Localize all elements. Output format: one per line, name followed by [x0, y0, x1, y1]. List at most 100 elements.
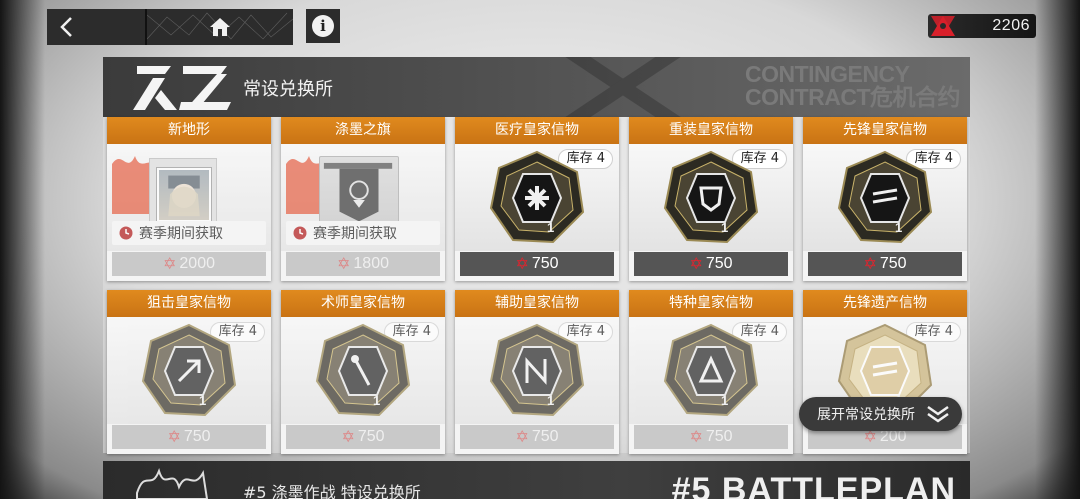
- season-availability: 赛季期间获取: [286, 221, 440, 245]
- item-title: 特种皇家信物: [629, 290, 793, 317]
- brand-line-2: CONTRACT危机合约: [744, 84, 961, 110]
- shop-item-banner[interactable]: 涤墨之旗 #5 赛季期间获取 ✡ 1800: [281, 117, 445, 281]
- shop-item-specialist-token[interactable]: 特种皇家信物 库存 4 1 ✡ 750: [629, 290, 793, 454]
- item-price: ✡ 750: [808, 252, 962, 276]
- item-title: 医疗皇家信物: [455, 117, 619, 144]
- price-value: 750: [531, 255, 559, 272]
- item-title: 先锋皇家信物: [803, 117, 967, 144]
- special-exchange-title: #5 涤墨作战 特设兑换所: [243, 483, 421, 499]
- contract-token-icon: ✡: [689, 256, 703, 273]
- shop-item-supporter-token[interactable]: 辅助皇家信物 库存 4 1 ✡ 750: [455, 290, 619, 454]
- shop-item-medic-token[interactable]: 医疗皇家信物 库存 4 1 ✡ 750: [455, 117, 619, 281]
- token-count: 1: [721, 220, 729, 235]
- item-price: ✡ 750: [460, 252, 614, 276]
- contract-token-icon: ✡: [689, 429, 703, 446]
- price-value: 1800: [353, 255, 389, 272]
- token-count: 1: [721, 393, 729, 408]
- item-body: 库存 4 1: [629, 317, 793, 424]
- price-value: 750: [183, 428, 211, 445]
- item-body: 库存 4 1: [107, 317, 271, 424]
- season-label: 赛季期间获取: [313, 226, 397, 242]
- token-count: 1: [547, 220, 555, 235]
- shop-item-caster-token[interactable]: 术师皇家信物 库存 4 1 ✡ 750: [281, 290, 445, 454]
- price-value: 750: [705, 428, 733, 445]
- panel-title: 常设兑换所: [243, 79, 333, 100]
- item-price: ✡ 750: [286, 425, 440, 449]
- item-price: ✡ 1800: [286, 252, 440, 276]
- battleplan-wordmark: #5 BATTLEPLAN: [671, 471, 956, 499]
- currency-amount: 2206: [992, 17, 1030, 34]
- special-exchange-banner[interactable]: #5 涤墨作战 特设兑换所 #5 BATTLEPLAN: [103, 461, 970, 499]
- contract-token-icon: ✡: [515, 429, 529, 446]
- home-icon: [210, 18, 230, 36]
- shop-item-terrain[interactable]: 新地形 #5 赛季期间获取 ✡ 2000: [107, 117, 271, 281]
- item-body: 库存 4 1: [629, 144, 793, 251]
- supporter-token-icon: [489, 323, 585, 417]
- contract-token-icon: ✡: [337, 256, 351, 273]
- top-nav: [47, 9, 293, 45]
- item-title: 狙击皇家信物: [107, 290, 271, 317]
- item-title: 先锋遗产信物: [803, 290, 967, 317]
- price-value: 2000: [179, 255, 215, 272]
- medic-token-icon: [489, 150, 585, 244]
- item-price: ✡ 750: [460, 425, 614, 449]
- item-price: ✡ 750: [112, 425, 266, 449]
- item-title: 涤墨之旗: [281, 117, 445, 144]
- price-value: 750: [879, 255, 907, 272]
- contract-token-icon: ✡: [167, 429, 181, 446]
- contingency-contract-logo: [133, 66, 231, 110]
- defender-token-icon: [663, 150, 759, 244]
- item-title: 新地形: [107, 117, 271, 144]
- expand-exchange-button[interactable]: 展开常设兑换所: [799, 397, 962, 431]
- item-body: 库存 4 1: [455, 144, 619, 251]
- contract-token-icon: ✡: [163, 256, 177, 273]
- token-count: 1: [895, 220, 903, 235]
- double-chevron-down-icon: [927, 405, 949, 423]
- season-label: 赛季期间获取: [139, 226, 223, 242]
- vanguard-token-icon: [837, 150, 933, 244]
- contract-token-icon: ✡: [341, 429, 355, 446]
- item-price: ✡ 750: [634, 425, 788, 449]
- shop-item-sniper-token[interactable]: 狙击皇家信物 库存 4 1 ✡ 750: [107, 290, 271, 454]
- panel-header: 常设兑换所 CONTINGENCY CONTRACT危机合约: [103, 57, 970, 117]
- token-count: 1: [547, 393, 555, 408]
- item-title: 术师皇家信物: [281, 290, 445, 317]
- flame-emblem-icon: [136, 467, 209, 499]
- item-price: ✡ 2000: [112, 252, 266, 276]
- expand-label: 展开常设兑换所: [817, 407, 915, 423]
- right-vignette: [1035, 0, 1080, 499]
- price-value: 750: [357, 428, 385, 445]
- info-icon: i: [312, 15, 334, 37]
- contract-token-icon: ✡: [863, 256, 877, 273]
- home-button[interactable]: [147, 9, 293, 45]
- shop-item-vanguard-token[interactable]: 先锋皇家信物 库存 4 1 ✡ 750: [803, 117, 967, 281]
- token-count: 1: [199, 393, 207, 408]
- item-body: #5 赛季期间获取: [281, 144, 445, 251]
- cc-watermark-icon: [565, 57, 681, 117]
- chevron-left-icon: [60, 17, 72, 37]
- shop-item-defender-token[interactable]: 重装皇家信物 库存 4 1 ✡ 750: [629, 117, 793, 281]
- caster-token-icon: [315, 323, 411, 417]
- item-body: 库存 4 1: [803, 144, 967, 251]
- left-vignette: [0, 0, 45, 499]
- contract-token-icon: [931, 16, 955, 36]
- clock-icon: [293, 226, 307, 240]
- back-button[interactable]: [47, 9, 147, 45]
- specialist-token-icon: [663, 323, 759, 417]
- item-body: 库存 4 1: [281, 317, 445, 424]
- price-value: 750: [531, 428, 559, 445]
- season-availability: 赛季期间获取: [112, 221, 266, 245]
- info-button[interactable]: i: [306, 9, 340, 43]
- item-body: 库存 4 1: [455, 317, 619, 424]
- price-value: 750: [705, 255, 733, 272]
- contract-token-icon: ✡: [515, 256, 529, 273]
- clock-icon: [119, 226, 133, 240]
- item-title: 重装皇家信物: [629, 117, 793, 144]
- terrain-portrait-image: [157, 168, 211, 222]
- item-title: 辅助皇家信物: [455, 290, 619, 317]
- item-price: ✡ 750: [634, 252, 788, 276]
- brand-line-1: CONTINGENCY: [744, 61, 910, 87]
- currency-display: 2206: [928, 14, 1036, 38]
- item-body: #5 赛季期间获取: [107, 144, 271, 251]
- contingency-contract-wordmark: CONTINGENCY CONTRACT危机合约: [744, 61, 961, 110]
